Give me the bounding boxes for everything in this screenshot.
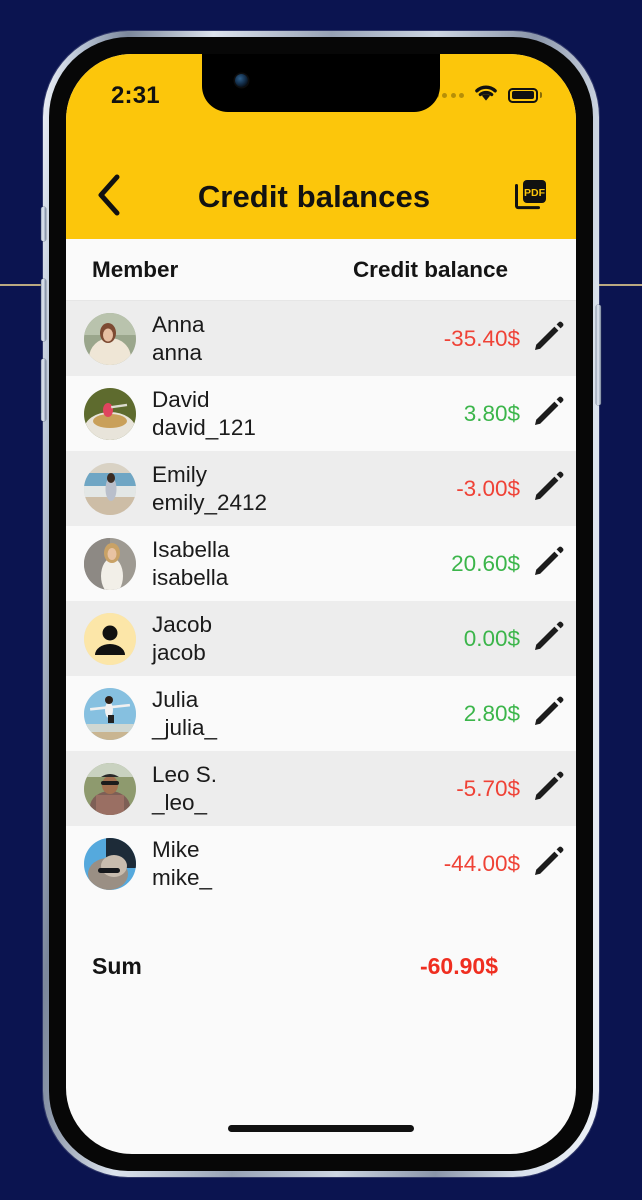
member-name: Leo S. xyxy=(152,762,218,788)
member-handle: emily_2412 xyxy=(152,489,268,515)
credit-balance-value: 2.80$ xyxy=(463,700,520,726)
edit-balance-button[interactable] xyxy=(520,686,576,742)
member-names: Isabella isabella xyxy=(152,536,230,591)
column-header-balance: Credit balance xyxy=(352,256,508,282)
pencil-icon xyxy=(531,320,565,357)
avatar xyxy=(84,537,136,590)
pdf-export-button[interactable]: PDF xyxy=(500,166,562,228)
credit-balance-value: -3.00$ xyxy=(456,475,520,501)
member-name: Emily xyxy=(152,462,207,488)
home-indicator[interactable] xyxy=(228,1125,414,1132)
display-notch xyxy=(188,54,454,112)
pencil-icon xyxy=(531,695,565,732)
member-name: David xyxy=(152,387,210,413)
member-names: Leo S. _leo_ xyxy=(152,761,217,816)
member-names: David david_121 xyxy=(152,386,256,441)
page-title: Credit balances xyxy=(197,178,431,214)
member-name: Anna xyxy=(152,312,205,338)
phone-device-frame: 2:31 Credit balances PDF Member Credit b… xyxy=(41,31,601,1177)
summary-label: Sum xyxy=(92,952,142,979)
summary-row: Sum -60.90$ xyxy=(66,934,576,998)
member-names: Julia _julia_ xyxy=(152,686,217,741)
silent-switch-button[interactable] xyxy=(41,207,46,241)
navigation-bar: Credit balances PDF xyxy=(66,154,576,239)
chevron-left-icon xyxy=(96,174,122,219)
member-name: Julia xyxy=(152,687,199,713)
table-row[interactable]: Isabella isabella 20.60$ xyxy=(66,526,576,601)
wifi-icon xyxy=(473,83,499,107)
avatar xyxy=(84,312,136,365)
edit-balance-button[interactable] xyxy=(520,311,576,367)
credit-balance-value: -35.40$ xyxy=(443,325,520,351)
credit-balance-value: 3.80$ xyxy=(463,400,520,426)
table-row[interactable]: Emily emily_2412 -3.00$ xyxy=(66,451,576,526)
summary-value: -60.90$ xyxy=(419,952,498,979)
member-list: Anna anna -35.40$ David david_121 3.80$ Emil… xyxy=(66,301,576,901)
member-handle: isabella xyxy=(152,564,229,590)
edit-balance-button[interactable] xyxy=(520,461,576,517)
table-header-row: Member Credit balance xyxy=(66,239,576,301)
volume-down-button[interactable] xyxy=(41,359,46,421)
member-handle: mike_ xyxy=(152,864,213,890)
avatar xyxy=(84,762,136,815)
edit-balance-button[interactable] xyxy=(520,386,576,442)
status-bar-indicators xyxy=(433,83,542,107)
member-names: Jacob jacob xyxy=(152,611,212,666)
pencil-icon xyxy=(531,620,565,657)
avatar xyxy=(84,387,136,440)
battery-full-icon xyxy=(508,87,542,103)
member-names: Anna anna xyxy=(152,311,205,366)
column-header-member: Member xyxy=(92,256,179,282)
table-row[interactable]: Jacob jacob 0.00$ xyxy=(66,601,576,676)
table-row[interactable]: Julia _julia_ 2.80$ xyxy=(66,676,576,751)
front-camera-icon xyxy=(235,74,248,87)
table-row[interactable]: Mike mike_ -44.00$ xyxy=(66,826,576,901)
member-names: Emily emily_2412 xyxy=(152,461,267,516)
member-handle: jacob xyxy=(152,639,206,665)
volume-up-button[interactable] xyxy=(41,279,46,341)
avatar xyxy=(84,687,136,740)
edit-balance-button[interactable] xyxy=(520,536,576,592)
member-handle: _julia_ xyxy=(152,714,218,740)
svg-text:PDF: PDF xyxy=(524,187,546,199)
avatar xyxy=(84,462,136,515)
status-bar-clock: 2:31 xyxy=(111,82,160,109)
edit-balance-button[interactable] xyxy=(520,836,576,892)
member-name: Jacob xyxy=(152,612,213,638)
edit-balance-button[interactable] xyxy=(520,761,576,817)
edit-balance-button[interactable] xyxy=(520,611,576,667)
member-handle: anna xyxy=(152,339,203,365)
table-row[interactable]: Anna anna -35.40$ xyxy=(66,301,576,376)
credit-balance-value: -5.70$ xyxy=(456,775,520,801)
pdf-export-icon: PDF xyxy=(512,176,550,217)
avatar xyxy=(84,837,136,890)
pencil-icon xyxy=(531,845,565,882)
avatar xyxy=(84,612,136,665)
member-handle: david_121 xyxy=(152,414,256,440)
member-handle: _leo_ xyxy=(152,789,208,815)
pencil-icon xyxy=(531,470,565,507)
credit-balance-value: -44.00$ xyxy=(443,850,520,876)
table-row[interactable]: Leo S. _leo_ -5.70$ xyxy=(66,751,576,826)
pencil-icon xyxy=(531,395,565,432)
credit-balance-value: 20.60$ xyxy=(451,550,520,576)
pencil-icon xyxy=(531,770,565,807)
pencil-icon xyxy=(531,545,565,582)
table-row[interactable]: David david_121 3.80$ xyxy=(66,376,576,451)
member-name: Mike xyxy=(152,837,200,863)
phone-screen: 2:31 Credit balances PDF Member Credit b… xyxy=(66,54,576,1154)
credit-balance-value: 0.00$ xyxy=(463,625,520,651)
member-name: Isabella xyxy=(152,537,230,563)
member-names: Mike mike_ xyxy=(152,836,212,891)
power-button[interactable] xyxy=(596,305,601,405)
phone-bezel: 2:31 Credit balances PDF Member Credit b… xyxy=(49,37,593,1171)
